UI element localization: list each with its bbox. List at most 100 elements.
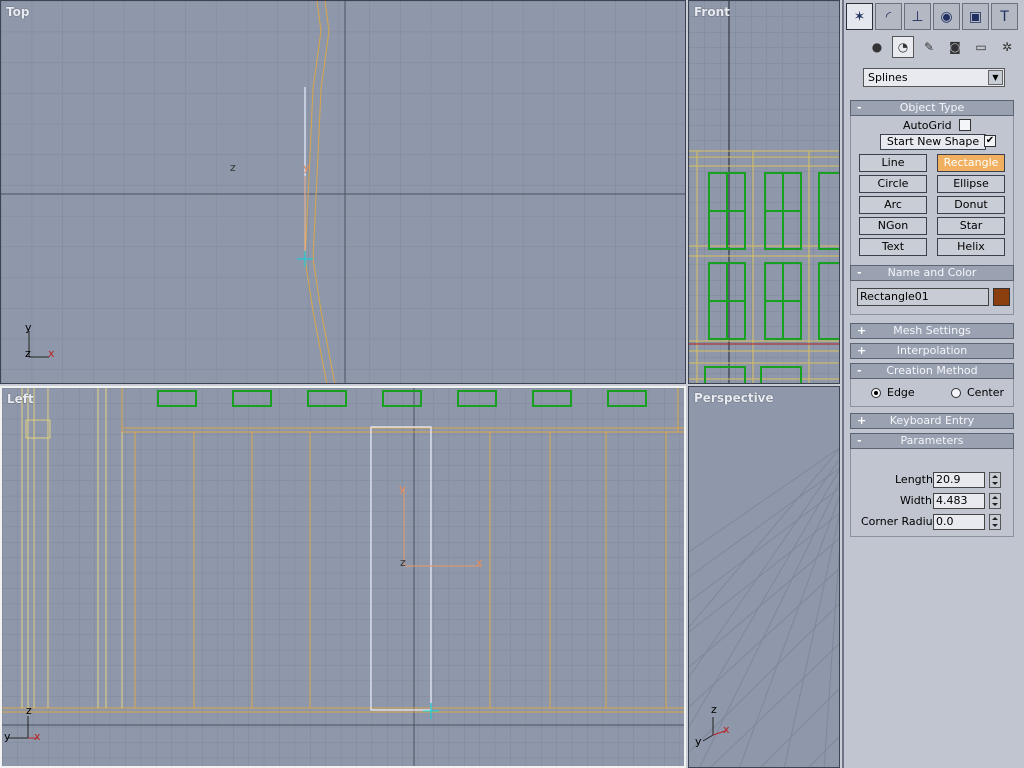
viewport-label-left: Left (7, 392, 34, 406)
geometry-button[interactable]: ● (866, 36, 888, 58)
length-input[interactable]: 20.9 (933, 472, 985, 488)
collapse-icon: - (857, 434, 862, 447)
motion-icon: ◉ (940, 8, 953, 25)
display-icon: ▣ (968, 8, 983, 25)
chevron-down-icon: ▼ (988, 70, 1003, 85)
text-button[interactable]: Text (859, 238, 927, 256)
viewport-label-perspective: Perspective (694, 391, 774, 405)
gizmo-x: x (723, 723, 730, 736)
gizmo-y: y (4, 730, 11, 743)
mesh-settings-title: Mesh Settings (893, 324, 971, 337)
center-label: Center (967, 386, 1005, 399)
parameters-body: Length: 20.9 Width: 4.483 Corner Radius:… (850, 449, 1014, 537)
donut-button[interactable]: Donut (937, 196, 1005, 214)
collapse-icon: - (857, 364, 862, 377)
creation-method-rollout: - Creation Method Edge Center (850, 363, 1014, 407)
viewport-label-top: Top (6, 5, 30, 19)
width-spinner[interactable] (989, 493, 1001, 509)
object-color-swatch[interactable] (993, 288, 1010, 306)
gizmo-y: y (25, 321, 32, 334)
start-new-shape-button[interactable]: Start New Shape (880, 134, 986, 150)
autogrid-checkbox[interactable] (959, 119, 971, 131)
creation-method-body: Edge Center (850, 379, 1014, 407)
ngon-button[interactable]: NGon (859, 217, 927, 235)
object-name-field[interactable]: Rectangle01 (857, 288, 989, 306)
rectangle-button[interactable]: Rectangle (937, 154, 1005, 172)
keyboard-entry-header[interactable]: + Keyboard Entry (850, 413, 1014, 429)
viewport-front[interactable]: Front (688, 0, 840, 384)
gizmo-x: x (48, 347, 55, 360)
gizmo-z: z (25, 347, 31, 360)
edge-radio[interactable] (871, 388, 881, 398)
front-grid (689, 1, 839, 383)
viewport-perspective[interactable]: Perspective z y x (688, 386, 840, 768)
top-grid (1, 1, 685, 383)
viewport-left[interactable]: Left y z x z y x (0, 386, 686, 768)
ellipse-button[interactable]: Ellipse (937, 175, 1005, 193)
helpers-icon: ▭ (975, 40, 987, 54)
category-dropdown-value: Splines (868, 71, 908, 84)
command-panel-tabs: ✶ ◜ ⊥ ◉ ▣ T (844, 0, 1024, 32)
left-grid (2, 388, 684, 766)
axis-gizmo: z y x (693, 703, 733, 749)
command-panel: ✶ ◜ ⊥ ◉ ▣ T ● ◔ ✎ ◙ ▭ ✲ Splines ▼ - Obje… (842, 0, 1024, 768)
creation-method-header[interactable]: - Creation Method (850, 363, 1014, 379)
gizmo-x: x (34, 730, 41, 743)
corner-radius-spinner[interactable] (989, 514, 1001, 530)
object-type-header[interactable]: - Object Type (850, 100, 1014, 116)
axis-y-label: y (303, 161, 310, 174)
modify-tab[interactable]: ◜ (875, 3, 902, 30)
shapes-button[interactable]: ◔ (892, 36, 914, 58)
circle-button[interactable]: Circle (859, 175, 927, 193)
line-button[interactable]: Line (859, 154, 927, 172)
axis-gizmo: z y x (4, 704, 44, 750)
display-tab[interactable]: ▣ (962, 3, 989, 30)
gizmo-y: y (695, 735, 702, 748)
star-button[interactable]: Star (937, 217, 1005, 235)
interpolation-header[interactable]: + Interpolation (850, 343, 1014, 359)
create-tab[interactable]: ✶ (846, 3, 873, 30)
start-new-shape-checkbox[interactable]: ✔ (984, 135, 996, 147)
viewport-label-front: Front (694, 5, 730, 19)
hierarchy-tab[interactable]: ⊥ (904, 3, 931, 30)
name-and-color-rollout: - Name and Color Rectangle01 (850, 265, 1014, 315)
helix-button[interactable]: Helix (937, 238, 1005, 256)
create-icon: ✶ (853, 8, 866, 25)
category-dropdown[interactable]: Splines ▼ (863, 68, 1005, 87)
motion-tab[interactable]: ◉ (933, 3, 960, 30)
expand-icon: + (857, 344, 867, 357)
cameras-button[interactable]: ◙ (944, 36, 966, 58)
create-category-bar: ● ◔ ✎ ◙ ▭ ✲ (844, 32, 1024, 62)
mesh-settings-header[interactable]: + Mesh Settings (850, 323, 1014, 339)
keyboard-entry-title: Keyboard Entry (889, 414, 975, 427)
object-type-rollout: - Object Type AutoGrid Start New Shape ✔… (850, 100, 1014, 272)
helpers-button[interactable]: ▭ (970, 36, 992, 58)
geometry-icon: ● (871, 40, 883, 54)
axis-gizmo: y z x (21, 321, 61, 363)
width-input[interactable]: 4.483 (933, 493, 985, 509)
utilities-tab[interactable]: T (991, 3, 1018, 30)
parameters-header[interactable]: - Parameters (850, 433, 1014, 449)
edge-label: Edge (887, 386, 915, 399)
creation-method-title: Creation Method (886, 364, 978, 377)
autogrid-label: AutoGrid (903, 119, 952, 132)
expand-icon: + (857, 414, 867, 427)
length-spinner[interactable] (989, 472, 1001, 488)
spacewarps-button[interactable]: ✲ (996, 36, 1018, 58)
interpolation-rollout: + Interpolation (850, 343, 1014, 359)
parameters-rollout: - Parameters Length: 20.9 Width: 4.483 C… (850, 433, 1014, 537)
interpolation-title: Interpolation (896, 344, 968, 357)
gizmo-z: z (711, 703, 717, 716)
center-radio[interactable] (951, 388, 961, 398)
arc-button[interactable]: Arc (859, 196, 927, 214)
hierarchy-icon: ⊥ (911, 8, 924, 25)
name-and-color-body: Rectangle01 (850, 281, 1014, 315)
viewport-top[interactable]: Top z y y z x (0, 0, 686, 384)
name-and-color-header[interactable]: - Name and Color (850, 265, 1014, 281)
lights-icon: ✎ (923, 40, 935, 54)
corner-radius-input[interactable]: 0.0 (933, 514, 985, 530)
parameters-title: Parameters (900, 434, 964, 447)
gizmo-z: z (26, 704, 32, 717)
modify-icon: ◜ (885, 8, 892, 25)
lights-button[interactable]: ✎ (918, 36, 940, 58)
